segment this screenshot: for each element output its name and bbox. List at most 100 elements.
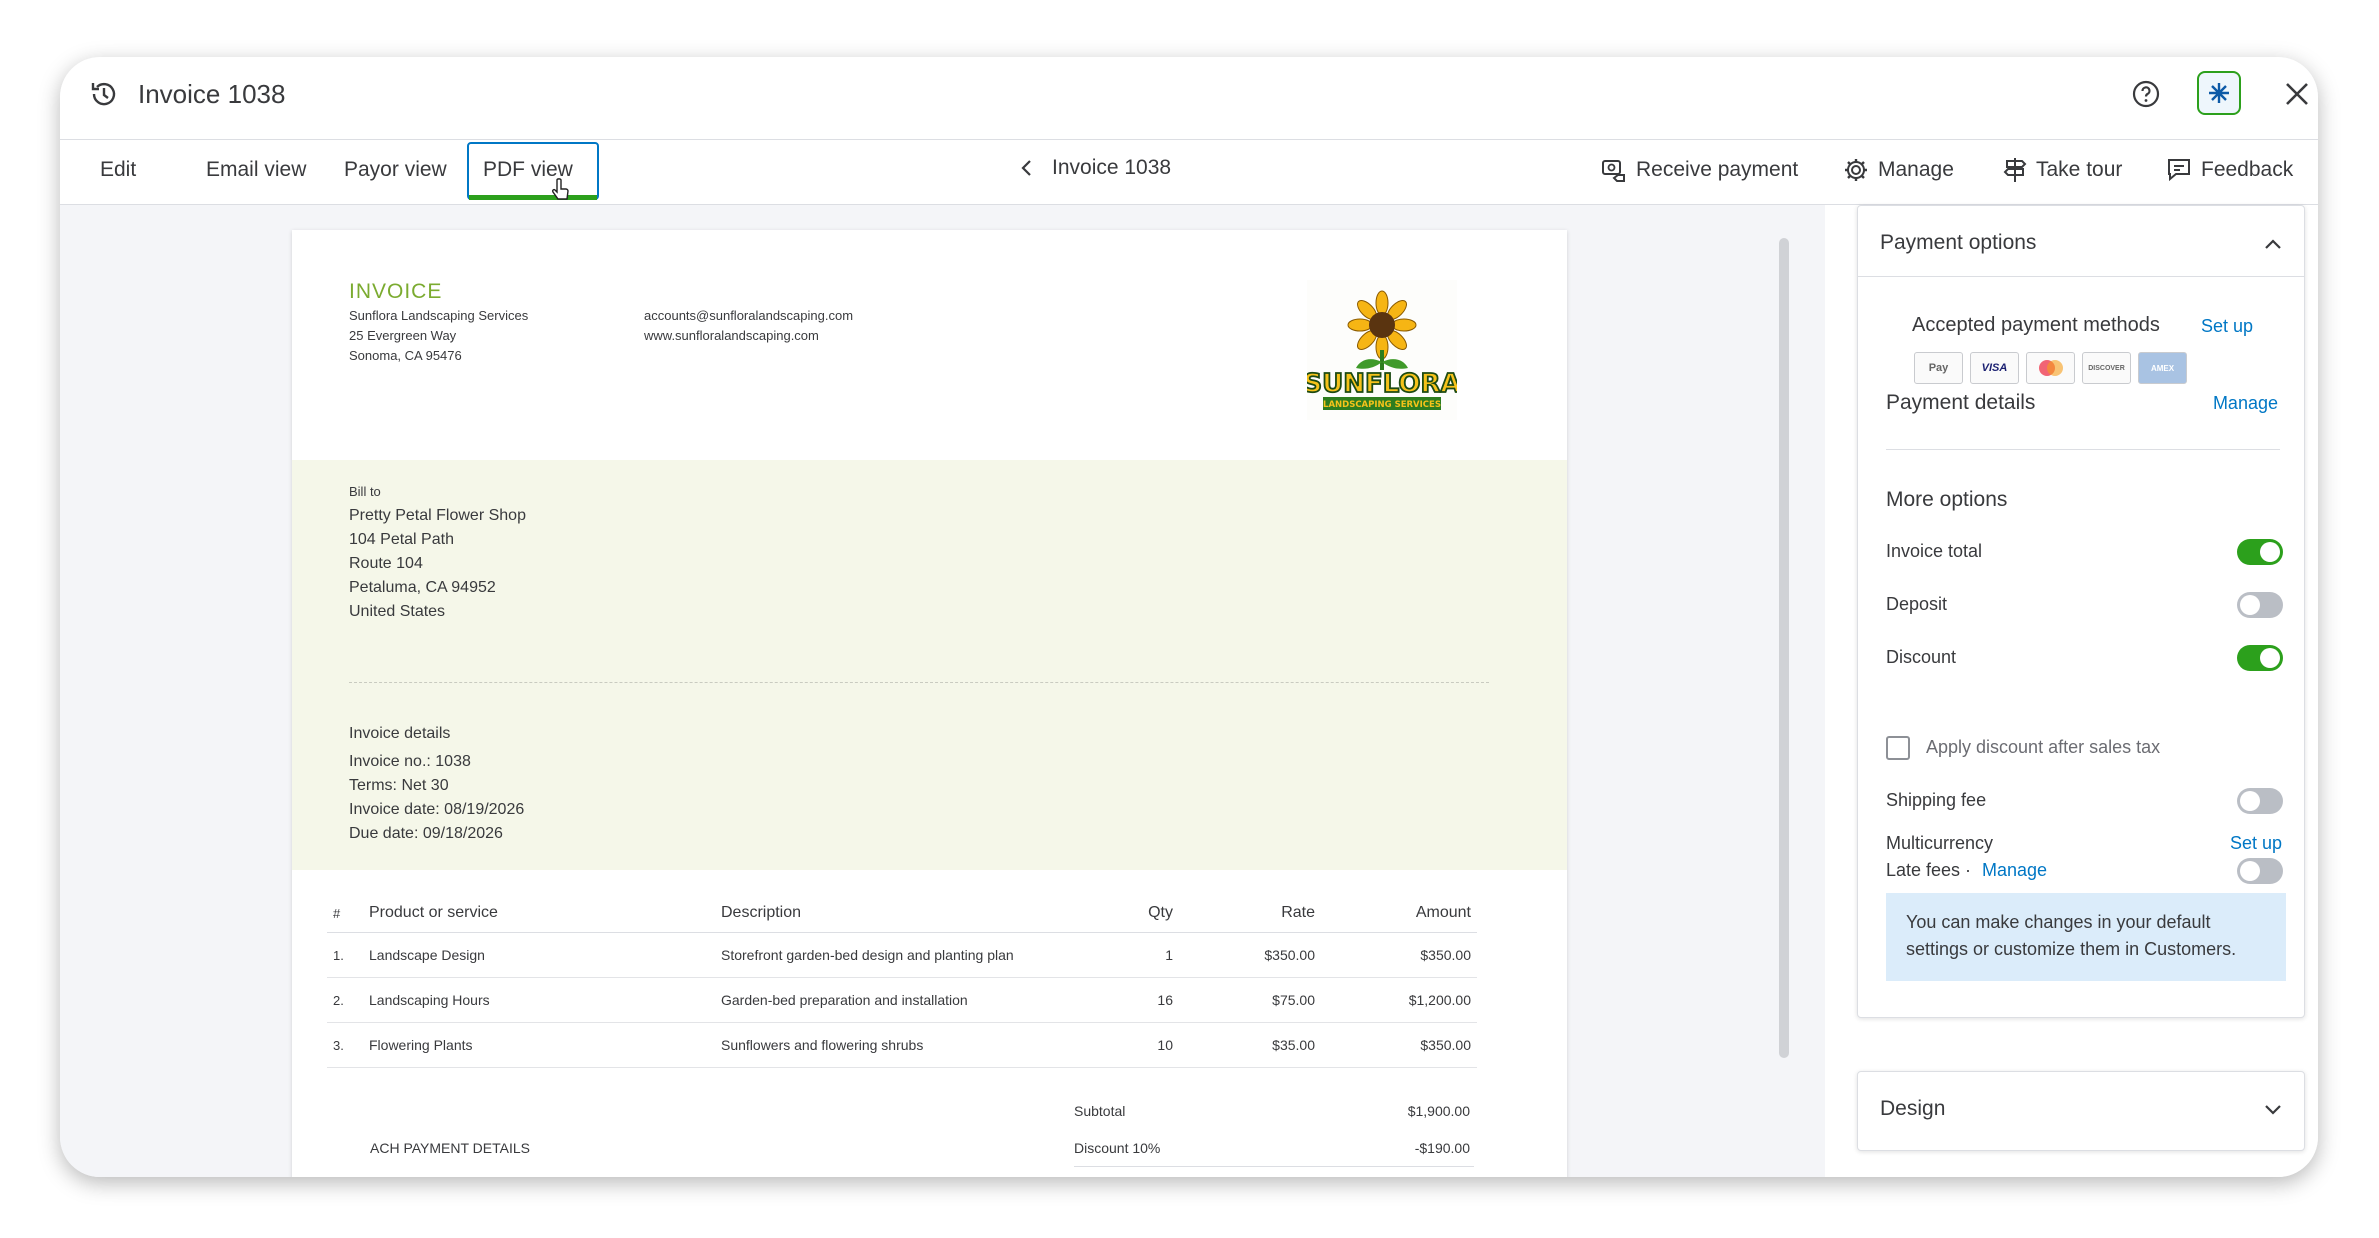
company-address-line1: 25 Evergreen Way — [349, 328, 457, 343]
preview-scrollbar[interactable] — [1779, 238, 1789, 1058]
late-fees-manage-link[interactable]: Manage — [1982, 860, 2047, 881]
bill-to-label: Bill to — [349, 484, 381, 499]
toggle-knob — [2260, 542, 2280, 562]
row-qty: 16 — [1107, 977, 1179, 1023]
tab-payor-view[interactable]: Payor view — [344, 158, 447, 182]
row-description: Garden-bed preparation and installation — [715, 977, 1107, 1023]
discount-option-label: Discount — [1886, 647, 1957, 667]
logo-title-text: SUNFLORA — [1307, 369, 1457, 399]
line-items-table: # Product or service Description Qty Rat… — [327, 898, 1477, 1068]
feedback-icon — [2168, 159, 2190, 182]
company-email: accounts@sunfloralandscaping.com — [644, 308, 854, 323]
row-number: 1. — [327, 932, 363, 978]
visa-label: VISA — [1981, 362, 2008, 374]
row-number: 2. — [327, 977, 363, 1023]
invoice-heading: INVOICE — [349, 280, 443, 303]
row-amount: $350.00 — [1321, 1022, 1477, 1068]
invoice-window: Invoice 1038 Edit Email view Payor view … — [60, 57, 2318, 1177]
company-website: www.sunfloralandscaping.com — [644, 328, 819, 343]
payment-options-title[interactable]: Payment options — [1880, 231, 2036, 255]
visa-icon: VISA — [1970, 352, 2019, 384]
help-icon[interactable] — [2130, 78, 2162, 110]
table-row: 2. Landscaping Hours Garden-bed preparat… — [327, 977, 1477, 1023]
discount-row: Discount 10% -$190.00 — [1074, 1129, 1474, 1167]
bill-to-line: Route 104 — [349, 555, 423, 572]
row-description: Sunflowers and flowering shrubs — [715, 1022, 1107, 1068]
sparkle-icon — [2209, 83, 2229, 103]
take-tour-label: Take tour — [2036, 158, 2123, 181]
chevron-up-icon[interactable] — [2264, 238, 2282, 250]
bill-to-line: United States — [349, 603, 446, 620]
discount-label: Discount 10% — [1074, 1139, 1161, 1156]
row-amount: $350.00 — [1321, 932, 1477, 978]
receive-payment-button[interactable]: Receive payment — [1600, 156, 1798, 184]
take-tour-button[interactable]: Take tour — [2002, 156, 2122, 184]
card-divider — [1858, 276, 2304, 277]
payment-details-manage-link[interactable]: Manage — [2213, 393, 2278, 414]
row-qty: 1 — [1107, 932, 1179, 978]
dashed-divider — [349, 682, 1489, 683]
toggle-knob — [2260, 648, 2280, 668]
manage-label: Manage — [1878, 158, 1954, 181]
manage-button[interactable]: Manage — [1842, 156, 1954, 184]
row-product: Flowering Plants — [363, 1022, 715, 1068]
nav-invoice-title: Invoice 1038 — [1052, 156, 1172, 179]
mastercard-icon — [2026, 352, 2075, 384]
invoice-total-toggle[interactable] — [2237, 539, 2283, 565]
discount-toggle[interactable] — [2237, 645, 2283, 671]
ai-assistant-button[interactable] — [2197, 71, 2241, 115]
logo-subtitle-text: LANDSCAPING SERVICES — [1323, 400, 1441, 410]
hand-cursor-icon — [552, 178, 569, 200]
company-address: Sunflora Landscaping Services 25 Evergre… — [349, 306, 528, 366]
multicurrency-setup-link[interactable]: Set up — [2230, 833, 2282, 854]
feedback-button[interactable]: Feedback — [2165, 156, 2293, 184]
row-number: 3. — [327, 1022, 363, 1068]
row-product: Landscape Design — [363, 932, 715, 978]
subtotal-row: Subtotal $1,900.00 — [1074, 1092, 1474, 1129]
ach-payment-details-label: ACH PAYMENT DETAILS — [370, 1140, 530, 1156]
apple-pay-icon: Pay — [1914, 352, 1963, 384]
subtotal-value: $1,900.00 — [1407, 1102, 1470, 1119]
late-fees-toggle[interactable] — [2237, 858, 2283, 884]
apply-discount-after-tax-checkbox[interactable] — [1886, 736, 1910, 760]
shipping-fee-toggle[interactable] — [2237, 788, 2283, 814]
section-divider — [1886, 449, 2280, 450]
toggle-knob — [2240, 791, 2260, 811]
accepted-methods-label: Accepted payment methods — [1912, 314, 2160, 336]
col-description: Description — [715, 898, 1107, 933]
apply-discount-after-tax-label: Apply discount after sales tax — [1926, 737, 2161, 757]
invoice-date: Invoice date: 08/19/2026 — [349, 801, 525, 818]
invoice-page: INVOICE Sunflora Landscaping Services 25… — [292, 230, 1789, 1177]
title-bar: Invoice 1038 — [60, 57, 2318, 140]
company-name: Sunflora Landscaping Services — [349, 308, 529, 323]
chevron-left-icon[interactable] — [1020, 159, 1034, 177]
col-rate: Rate — [1179, 898, 1321, 933]
table-header-row: # Product or service Description Qty Rat… — [327, 898, 1477, 933]
discover-icon: DISCOVER — [2082, 352, 2131, 384]
invoice-details: Invoice details Invoice no.: 1038 Terms:… — [349, 722, 524, 846]
tab-pdf-view[interactable]: PDF view — [467, 142, 599, 200]
info-message: You can make changes in your default set… — [1886, 893, 2286, 981]
accepted-methods-setup-link[interactable]: Set up — [2201, 316, 2253, 337]
toggle-knob — [2240, 861, 2260, 881]
toggle-knob — [2240, 595, 2260, 615]
amex-icon: AMEX — [2138, 352, 2187, 384]
close-icon[interactable] — [2284, 81, 2310, 107]
history-icon[interactable] — [88, 78, 120, 110]
bill-to-band: Bill to Pretty Petal Flower Shop 104 Pet… — [292, 460, 1567, 870]
design-card[interactable]: Design — [1857, 1071, 2305, 1151]
deposit-toggle[interactable] — [2237, 592, 2283, 618]
amex-label: AMEX — [2150, 363, 2175, 373]
gear-icon — [1845, 159, 1867, 181]
tab-email-view[interactable]: Email view — [206, 158, 306, 182]
payment-details-label: Payment details — [1886, 391, 2036, 414]
col-product: Product or service — [363, 898, 715, 933]
page-title: Invoice 1038 — [138, 79, 286, 109]
late-fees-label: Late fees · — [1886, 860, 1972, 880]
invoice-nav: Invoice 1038 — [1020, 156, 1171, 180]
row-rate: $350.00 — [1179, 932, 1321, 978]
view-toolbar: Edit Email view Payor view PDF view Invo… — [60, 140, 2318, 205]
table-row: 1. Landscape Design Storefront garden-be… — [327, 932, 1477, 978]
due-date: Due date: 09/18/2026 — [349, 825, 503, 842]
tab-edit[interactable]: Edit — [100, 158, 136, 182]
